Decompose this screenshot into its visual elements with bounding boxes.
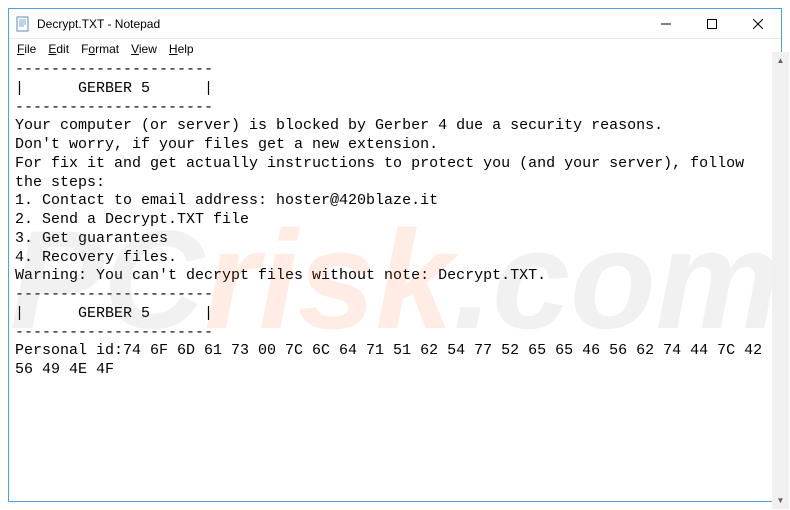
- titlebar[interactable]: Decrypt.TXT - Notepad: [9, 9, 781, 39]
- minimize-button[interactable]: [643, 9, 689, 38]
- menu-view[interactable]: View: [125, 41, 163, 57]
- notepad-icon: [15, 16, 31, 32]
- maximize-button[interactable]: [689, 9, 735, 38]
- menubar: File Edit Format View Help: [9, 39, 781, 59]
- menu-help[interactable]: Help: [163, 41, 200, 57]
- menu-edit[interactable]: Edit: [42, 41, 75, 57]
- document-content[interactable]: ---------------------- | GERBER 5 | ----…: [15, 61, 775, 380]
- vertical-scrollbar[interactable]: ▲ ▼: [772, 52, 789, 509]
- close-button[interactable]: [735, 9, 781, 38]
- text-area[interactable]: PCrisk.com ---------------------- | GERB…: [9, 59, 781, 501]
- scroll-up-arrow[interactable]: ▲: [772, 52, 789, 69]
- scroll-track[interactable]: [772, 69, 789, 492]
- notepad-window: Decrypt.TXT - Notepad File Edit Format V…: [8, 8, 782, 502]
- window-controls: [643, 9, 781, 38]
- scroll-down-arrow[interactable]: ▼: [772, 492, 789, 509]
- menu-file[interactable]: File: [11, 41, 42, 57]
- window-title: Decrypt.TXT - Notepad: [37, 17, 643, 31]
- menu-format[interactable]: Format: [75, 41, 125, 57]
